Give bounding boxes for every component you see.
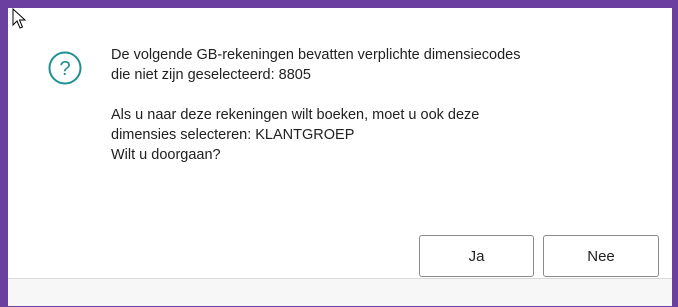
background-area (8, 278, 672, 306)
message-line: Wilt u doorgaan? (111, 147, 221, 163)
message-line: die niet zijn geselecteerd: 8805 (111, 67, 311, 83)
svg-text:?: ? (59, 58, 70, 80)
no-button[interactable]: Nee (543, 235, 659, 277)
message-line: dimensies selecteren: KLANTGROEP (111, 127, 355, 143)
message-line: De volgende GB-rekeningen bevatten verpl… (111, 47, 521, 63)
mouse-cursor-icon (12, 8, 26, 29)
dialog-message: De volgende GB-rekeningen bevatten verpl… (111, 45, 656, 165)
question-icon: ? (48, 51, 82, 85)
yes-button[interactable]: Ja (419, 235, 534, 277)
message-line: Als u naar deze rekeningen wilt boeken, … (111, 107, 480, 123)
confirmation-dialog: ? De volgende GB-rekeningen bevatten ver… (8, 8, 672, 278)
